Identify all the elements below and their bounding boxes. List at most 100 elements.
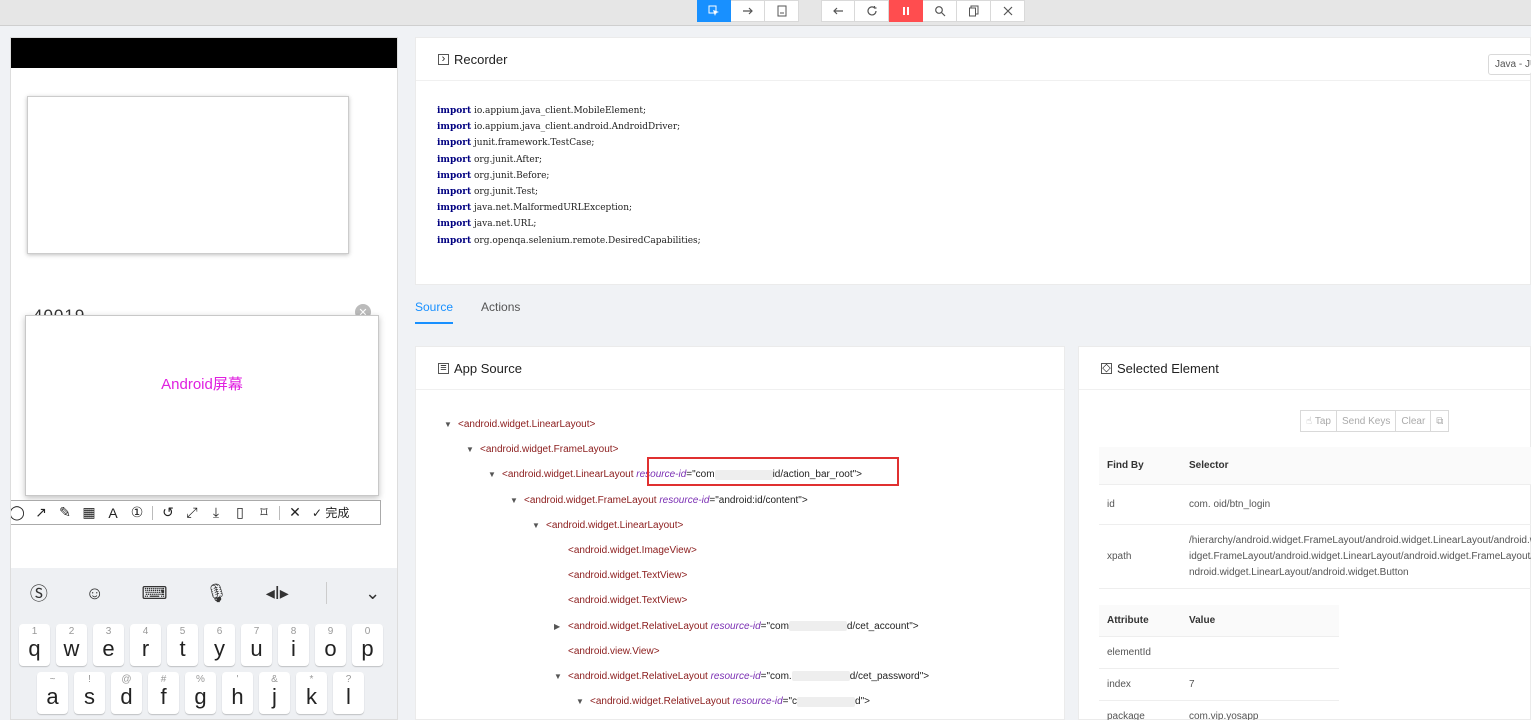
selector-cell: /hierarchy/android.widget.FrameLayout/an… [1189,534,1531,578]
source-tree-node[interactable]: ▶ <android.widget.RelativeLayout resource… [444,614,1064,639]
node-tag: <android.widget.RelativeLayout [590,696,730,708]
back-button[interactable] [821,0,855,22]
select-elements-button[interactable] [697,0,731,22]
app-source-header: ≡ App Source [416,347,1064,390]
key-secondary: @ [121,674,132,685]
snip-toolbar: ◯ ↗ ✎ ▦ A ① ↺ ⤢ ⤓ ▯ ⌑ ✕ ✓ 完成 [11,500,381,525]
find-by-cell: xpath [1107,551,1132,562]
tab-actions[interactable]: Actions [481,300,520,324]
emoji-icon[interactable]: ☺ [85,583,103,604]
chevron-down-icon[interactable]: ⌄ [365,583,380,604]
text-tool-icon[interactable]: A [104,505,122,521]
language-select[interactable]: Java - JUnit [1488,54,1531,75]
cursor-move-icon[interactable]: ◂I▸ [266,583,289,604]
source-tree-node[interactable]: ▼ <android.widget.LinearLayout> [444,513,1064,538]
arrow-tool-icon[interactable]: ↗ [32,504,50,521]
key-w[interactable]: 2w [56,624,87,666]
device-screenshot[interactable]: 40019 ✕ Android屏幕 ◯ ↗ ✎ ▦ A ① ↺ ⤢ ⤓ ▯ ⌑ … [10,37,398,720]
caret-down-icon[interactable]: ▼ [532,513,546,538]
key-letter: g [194,684,207,709]
tab-source[interactable]: Source [415,300,454,324]
download-icon[interactable]: ⤓ [207,504,225,521]
table-row[interactable]: xpath /hierarchy/android.widget.FrameLay… [1099,525,1531,589]
source-tree-node[interactable]: <android.view.View> [444,639,1064,664]
source-tree-node[interactable]: ▼ <android.widget.RelativeLayout resource… [444,664,1064,689]
tap-coords-button[interactable] [765,0,799,22]
source-tree-node[interactable]: <android.widget.ImageView> [444,538,1064,563]
key-d[interactable]: @ d [111,672,142,714]
swipe-button[interactable] [731,0,765,22]
quit-session-button[interactable] [991,0,1025,22]
key-t[interactable]: 5t [167,624,198,666]
pin-icon[interactable]: ▯ [231,504,249,521]
caret-down-icon[interactable]: ▼ [510,488,524,513]
key-secondary: ~ [49,674,56,685]
number-tool-icon[interactable]: ① [128,504,146,521]
node-attribute-name: resource-id [656,494,710,506]
source-tree-node[interactable]: ▼ <android.widget.RelativeLayout resource… [444,689,1064,714]
key-letter: f [160,684,167,709]
caret-down-icon[interactable]: ▼ [444,412,458,437]
key-f[interactable]: # f [148,672,179,714]
redacted-text [788,620,847,631]
key-secondary: % [196,674,205,685]
source-tree-node[interactable]: <android.widget.TextView> [444,588,1064,613]
key-s[interactable]: ! s [74,672,105,714]
source-tree-node[interactable]: <android.widget.TextView> [444,563,1064,588]
key-a[interactable]: ~ a [37,672,68,714]
copy-xml-button[interactable] [957,0,991,22]
caret-down-icon[interactable]: ▼ [554,664,568,689]
keyboard-icon[interactable]: ⌨ [142,583,168,604]
cancel-icon[interactable]: ✕ [286,504,304,521]
key-o[interactable]: 9o [315,624,346,666]
key-secondary: 9 [327,626,334,637]
crop-icon[interactable]: ⤢ [183,504,201,521]
microphone-icon[interactable]: 🎙 [205,583,228,604]
refresh-button[interactable] [855,0,889,22]
divider [279,505,280,520]
send-keys-button[interactable]: Send Keys [1336,410,1397,432]
key-q[interactable]: 1q [19,624,50,666]
key-e[interactable]: 3e [93,624,124,666]
copy-attributes-button[interactable]: ⧉ [1430,410,1450,432]
node-tag: <android.widget.RelativeLayout [568,671,708,683]
key-p[interactable]: 0p [352,624,383,666]
table-row[interactable]: index 7 [1099,669,1339,701]
caret-down-icon[interactable]: ▼ [576,689,590,714]
clear-button[interactable]: Clear [1395,410,1432,432]
key-l[interactable]: ? l [333,672,364,714]
pause-recording-button[interactable] [889,0,923,22]
table-row[interactable]: id com. oid/btn_login [1099,485,1531,525]
ellipse-tool-icon[interactable]: ◯ [11,504,26,521]
key-j[interactable]: & j [259,672,290,714]
source-tree-node[interactable]: ▼ <android.widget.LinearLayout> [444,412,1064,437]
bookmark-icon[interactable]: ⌑ [255,504,273,521]
attribute-name-cell: index [1107,679,1131,690]
key-h[interactable]: ' h [222,672,253,714]
key-letter: d [120,684,133,709]
source-tree-node[interactable]: ▼ <android.widget.FrameLayout resource-id… [444,488,1064,513]
key-u[interactable]: 7u [241,624,272,666]
key-i[interactable]: 8i [278,624,309,666]
undo-icon[interactable]: ↺ [159,504,177,521]
code-keyword: import [437,106,472,116]
sogou-logo-icon[interactable]: Ⓢ [30,580,48,606]
table-row[interactable]: package com.vip.yosapp [1099,701,1339,720]
mosaic-tool-icon[interactable]: ▦ [80,504,98,521]
pen-tool-icon[interactable]: ✎ [56,504,74,521]
key-k[interactable]: * k [296,672,327,714]
caret-down-icon[interactable]: ▼ [488,462,502,487]
key-r[interactable]: 4r [130,624,161,666]
highlight-box [647,457,899,486]
caret-down-icon[interactable]: ▼ [466,437,480,462]
code-keyword: import [437,219,472,230]
key-secondary: # [160,674,167,685]
done-button[interactable]: ✓ 完成 [312,504,349,521]
tap-button[interactable]: ☝ Tap [1300,410,1337,432]
table-row[interactable]: elementId [1099,637,1339,669]
code-keyword: import [437,203,472,214]
caret-right-icon[interactable]: ▶ [554,614,568,639]
search-button[interactable] [923,0,957,22]
key-y[interactable]: 6y [204,624,235,666]
key-g[interactable]: % g [185,672,216,714]
